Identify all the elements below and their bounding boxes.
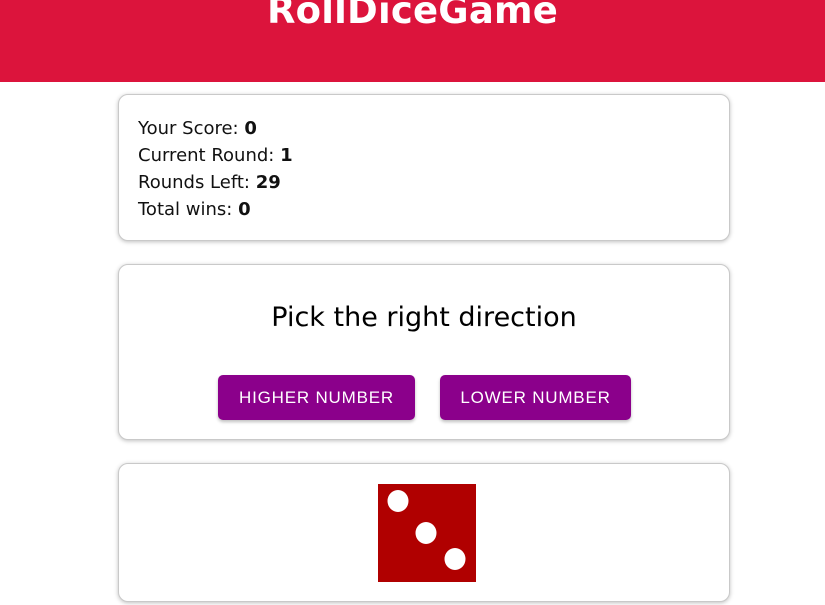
- die-face-3-icon: [378, 484, 476, 582]
- direction-card: Pick the right direction Higher Number L…: [118, 264, 730, 440]
- rounds-left-value: 29: [255, 172, 281, 193]
- direction-prompt: Pick the right direction: [271, 302, 577, 333]
- score-value: 0: [244, 118, 257, 139]
- current-round-label: Current Round:: [138, 145, 281, 166]
- die-pip-center: [415, 522, 437, 544]
- die-pip-top-left: [387, 490, 409, 512]
- total-wins-line: Total wins: 0: [138, 196, 729, 223]
- score-label: Your Score:: [138, 118, 245, 139]
- higher-number-button[interactable]: Higher Number: [218, 375, 415, 420]
- app-header: RollDiceGame: [0, 0, 825, 82]
- rounds-left-line: Rounds Left: 29: [138, 169, 729, 196]
- total-wins-value: 0: [238, 199, 251, 220]
- total-wins-label: Total wins:: [138, 199, 239, 220]
- app-title: RollDiceGame: [266, 0, 559, 32]
- die-pip-bottom-right: [444, 548, 466, 570]
- score-line: Your Score: 0: [138, 115, 729, 142]
- score-card: Your Score: 0 Current Round: 1 Rounds Le…: [118, 94, 730, 241]
- current-round-line: Current Round: 1: [138, 142, 729, 169]
- dice-card: [118, 463, 730, 602]
- current-round-value: 1: [280, 145, 293, 166]
- rounds-left-label: Rounds Left:: [138, 172, 256, 193]
- lower-number-button[interactable]: Lower Number: [440, 375, 631, 420]
